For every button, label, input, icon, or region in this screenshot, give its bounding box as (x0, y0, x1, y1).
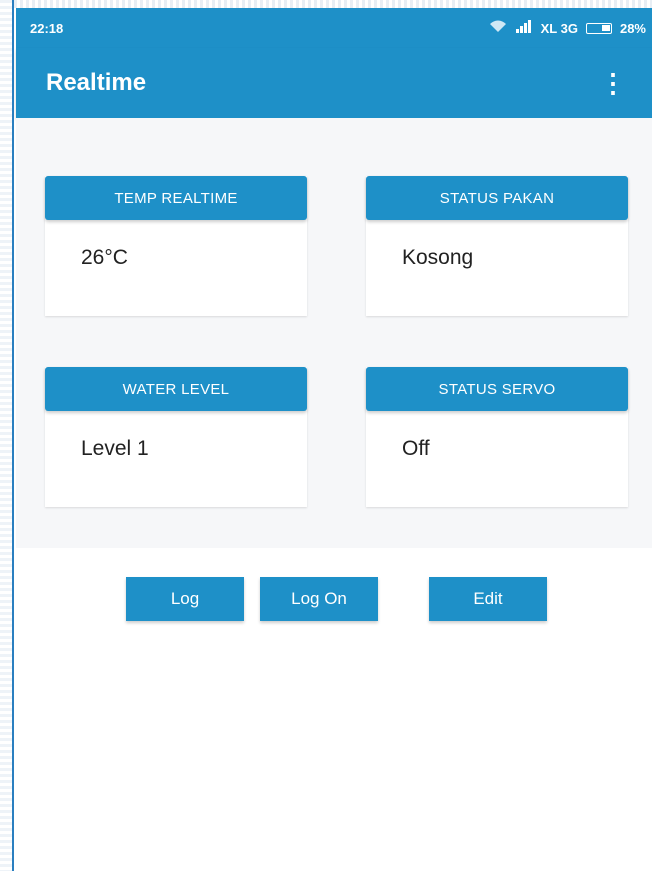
card-value: Level 1 (81, 437, 149, 460)
card-header: STATUS SERVO (366, 367, 628, 411)
more-vert-icon[interactable]: ⋮ (600, 70, 626, 96)
card-water-level: WATER LEVEL Level 1 (45, 367, 307, 507)
card-value: 26°C (81, 246, 128, 269)
card-status-servo: STATUS SERVO Off (366, 367, 628, 507)
card-header: TEMP REALTIME (45, 176, 307, 220)
top-edge-decoration (14, 0, 652, 8)
log-on-button[interactable]: Log On (260, 577, 378, 621)
status-indicators: XL 3G 28% (489, 20, 646, 36)
status-bar: 22:18 XL 3G 28% (16, 8, 652, 48)
battery-icon (585, 22, 612, 34)
battery-percent: 28% (619, 20, 646, 36)
card-header: WATER LEVEL (45, 367, 307, 411)
card-temp-realtime: TEMP REALTIME 26°C (45, 176, 307, 316)
card-value: Kosong (402, 246, 474, 269)
dashboard-panel: TEMP REALTIME 26°C STATUS PAKAN Kosong W… (16, 118, 652, 548)
log-button[interactable]: Log (126, 577, 244, 621)
left-edge-decoration (0, 0, 14, 871)
wifi-icon (489, 20, 507, 36)
edit-button[interactable]: Edit (429, 577, 547, 621)
page-title: Realtime (46, 69, 147, 96)
status-time: 22:18 (30, 20, 64, 36)
card-value: Off (402, 437, 430, 460)
card-header: STATUS PAKAN (366, 176, 628, 220)
signal-icon (515, 20, 533, 36)
phone-frame: 22:18 XL 3G 28% Realtime ⋮ TEMP REALTIME… (0, 0, 652, 871)
app-bar: Realtime ⋮ (16, 48, 652, 118)
network-label: XL 3G (540, 20, 578, 36)
card-status-pakan: STATUS PAKAN Kosong (366, 176, 628, 316)
screen: 22:18 XL 3G 28% Realtime ⋮ TEMP REALTIME… (16, 8, 652, 871)
